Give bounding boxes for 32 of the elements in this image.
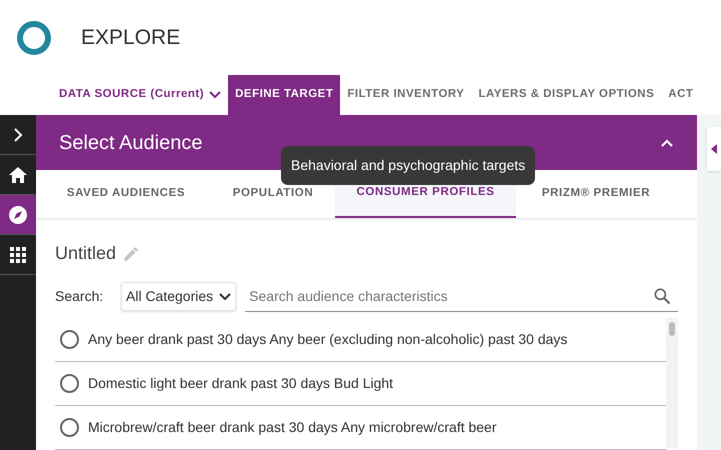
chevron-down-icon	[219, 292, 232, 300]
home-icon	[8, 166, 28, 184]
sidebar-button[interactable]	[0, 195, 36, 235]
panel-title: Select Audience	[59, 130, 202, 156]
category-dropdown[interactable]: All Categories	[121, 282, 236, 311]
chevron-right-icon	[13, 126, 23, 142]
collapse-chevron-icon[interactable]	[660, 138, 674, 148]
radio-button[interactable]	[60, 330, 79, 349]
chevron-down-icon	[209, 91, 222, 99]
nav-tab[interactable]: LAYERS & DISPLAY OPTIONS	[471, 75, 662, 115]
search-field[interactable]: Search audience characteristics	[249, 286, 652, 306]
option-label[interactable]: Domestic light beer drank past 30 days Bud Light	[88, 373, 394, 394]
expand-map-tab[interactable]	[707, 127, 721, 171]
caret-icon	[711, 144, 717, 154]
scrollbar[interactable]	[666, 318, 678, 448]
audience-name: Untitled	[55, 242, 116, 265]
audience-tab[interactable]: SAVED AUDIENCES	[41, 170, 211, 218]
nav-tab[interactable]: DEFINE TARGET	[228, 75, 340, 115]
data-source-dropdown[interactable]: DATA SOURCE (Current)	[52, 75, 228, 115]
option-label[interactable]: Any beer drank past 30 days Any beer (excluding non-alcoholic) past 30 days	[88, 329, 568, 350]
compass-icon	[8, 204, 28, 224]
grid-icon	[10, 246, 26, 262]
nav-tab[interactable]: FILTER INVENTORY	[340, 75, 472, 115]
search-label: Search:	[55, 287, 104, 306]
radio-button[interactable]	[60, 418, 79, 437]
ring-logo-icon	[16, 20, 52, 56]
app-title: EXPLORE	[81, 24, 180, 51]
option-label[interactable]: Microbrew/craft beer drank past 30 days Any microbrew/craft beer	[88, 417, 497, 438]
radio-button[interactable]	[60, 374, 79, 393]
tooltip: Behavioral and psychographic targets	[281, 146, 536, 185]
nav-tab[interactable]: ACT	[661, 75, 700, 115]
search-icon[interactable]	[652, 286, 672, 306]
